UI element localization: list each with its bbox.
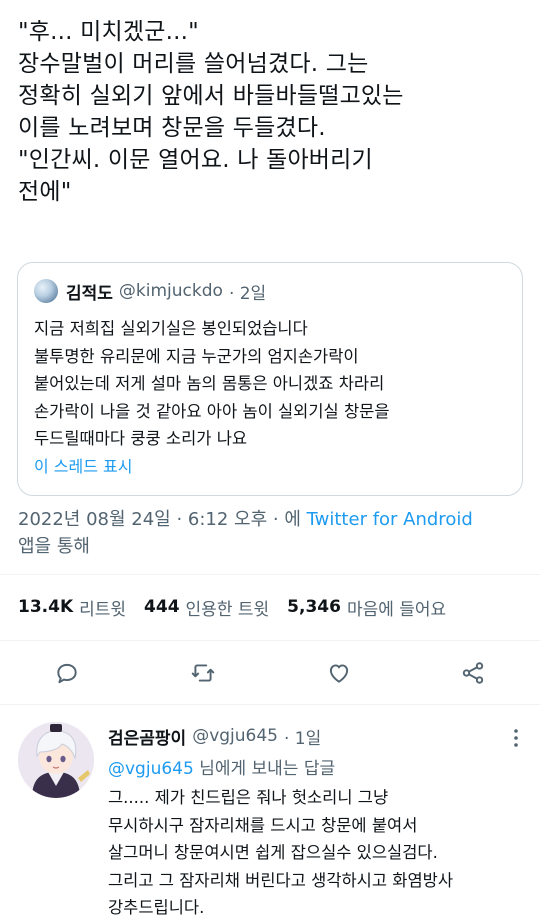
quoted-text-line: 지금 저희집 실외기실은 봉인되었습니다	[34, 319, 308, 338]
like-icon[interactable]	[324, 658, 354, 688]
reply-text-line: 그리고 그 잠자리채 버린다고 생각하시고 화염방사	[108, 870, 454, 890]
tweet-source-suffix: 앱을 통해	[18, 536, 90, 557]
reply-header: 검은곰팡이 @vgju645 · 1일	[108, 724, 322, 749]
share-icon[interactable]	[458, 658, 488, 688]
tweet-text-line: 장수말벌이 머리를 쓸어넘겼다. 그는	[18, 51, 369, 77]
tweet-text-line: 전에"	[18, 179, 72, 205]
reply-body: 그..... 제가 친드립은 줘나 헛소리니 그냥 무시하시구 잠자리채를 드시…	[108, 784, 532, 922]
more-options-icon[interactable]	[504, 726, 528, 750]
like-count[interactable]: 5,346	[287, 597, 341, 617]
retweet-label[interactable]: 리트윗	[79, 595, 126, 620]
quoted-tweet-body: 지금 저희집 실외기실은 봉인되었습니다 불투명한 유리문에 지금 누군가의 엄…	[34, 315, 514, 480]
quoted-user-avatar[interactable]	[34, 279, 58, 303]
tweet-stats: 13.4K 리트윗 444 인용한 트윗 5,346 마음에 들어요	[18, 592, 464, 622]
quoted-tweet-card[interactable]: 김적도 @kimjuckdo · 2일 지금 저희집 실외기실은 봉인되었습니다…	[17, 262, 523, 496]
quoted-tweet-header: 김적도 @kimjuckdo · 2일	[34, 279, 267, 304]
quote-count[interactable]: 444	[144, 597, 180, 617]
reply-user-avatar[interactable]	[18, 722, 94, 798]
tweet-source-link[interactable]: Twitter for Android	[307, 509, 473, 530]
quoted-text-line: 붙어있는데 저게 설마 놈의 몸통은 아니겠죠 차라리	[34, 374, 385, 393]
tweet-text-line: "인간씨. 이문 열어요. 나 돌아버리기	[18, 147, 373, 173]
divider	[0, 704, 540, 705]
quoted-user-handle[interactable]: @kimjuckdo	[119, 281, 223, 301]
like-label[interactable]: 마음에 들어요	[347, 595, 446, 620]
retweet-count[interactable]: 13.4K	[18, 597, 73, 617]
reply-text-line: 무시하시구 잠자리채를 드시고 창문에 붙여서	[108, 815, 418, 835]
divider	[0, 574, 540, 575]
reply-user-handle[interactable]: @vgju645	[192, 726, 278, 746]
quoted-text-line: 두드릴때마다 쿵쿵 소리가 나요	[34, 429, 248, 448]
reply-to-mention[interactable]: @vgju645	[108, 759, 194, 779]
quoted-text-line: 불투명한 유리문에 지금 누군가의 엄지손가락이	[34, 346, 359, 366]
tweet-text: "후... 미치겠군..." 장수말벌이 머리를 쓸어넘겼다. 그는 정확히 실…	[18, 16, 530, 208]
reply-text-line: 강추드립니다.	[108, 898, 205, 917]
quoted-text-line: 손가락이 나을 것 같아요 아아 놈이 실외기실 창문을	[34, 401, 390, 421]
tweet-meta: 2022년 08월 24일 · 6:12 오후 · 에 Twitter for …	[18, 506, 528, 560]
tweet-text-line: 이를 노려보며 창문을 두들겼다.	[18, 115, 326, 141]
retweet-icon[interactable]	[188, 658, 218, 688]
tweet-datetime[interactable]: 2022년 08월 24일 · 6:12 오후 · 에	[18, 509, 301, 530]
reply-text-line: 그..... 제가 친드립은 줘나 헛소리니 그냥	[108, 788, 389, 807]
replying-to: @vgju645 님에게 보내는 답글	[108, 754, 335, 779]
tweet-text-line: 정확히 실외기 앞에서 바들바들떨고있는	[18, 83, 404, 109]
show-thread-link[interactable]: 이 스레드 표시	[34, 453, 514, 481]
reply-text-line: 살그머니 창문여시면 쉽게 잡으실수 있으실검다.	[108, 843, 438, 862]
reply-tweet[interactable]: 검은곰팡이 @vgju645 · 1일 @vgju645 님에게 보내는 답글 …	[0, 712, 540, 922]
reply-to-suffix: 님에게 보내는 답글	[199, 759, 336, 779]
reply-user-name[interactable]: 검은곰팡이	[108, 724, 186, 749]
quoted-tweet-age: · 2일	[228, 283, 267, 304]
divider	[0, 640, 540, 641]
reply-age: · 1일	[284, 728, 322, 749]
quote-label[interactable]: 인용한 트윗	[186, 595, 270, 620]
quoted-user-name[interactable]: 김적도	[66, 279, 113, 304]
tweet-actions	[0, 650, 540, 696]
reply-icon[interactable]	[52, 658, 82, 688]
tweet-text-line: "후... 미치겠군..."	[18, 19, 199, 45]
